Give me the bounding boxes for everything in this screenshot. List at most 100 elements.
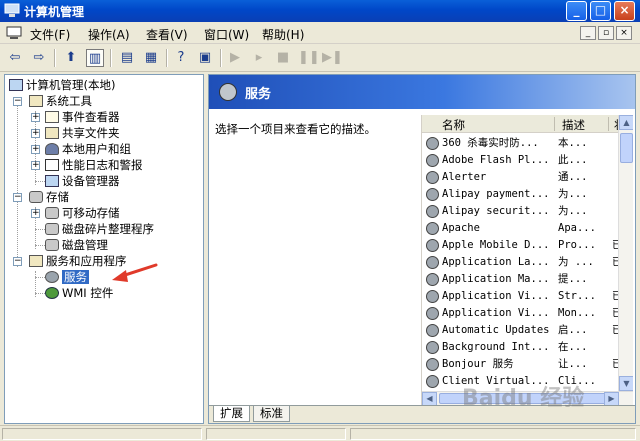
service-row[interactable]: Application La... 为 ... 已 [422,254,622,271]
tree-label: 性能日志和警报 [62,158,143,172]
tree-label: 事件查看器 [62,110,120,124]
gear-icon [426,358,439,371]
collapse-toggle[interactable]: − [13,97,22,106]
tree-item-root[interactable]: 计算机管理(本地) [9,77,115,93]
gear-icon [426,375,439,388]
expand-toggle[interactable]: + [31,145,40,154]
menu-action[interactable]: 操作(A) [88,26,130,43]
service-row[interactable]: Bonjour 服务 让... 已 [422,356,622,373]
service-row[interactable]: Apache Apa... [422,220,622,237]
menu-window[interactable]: 窗口(W) [204,26,249,43]
pause-service-icon[interactable]: ❚❚ [298,49,320,67]
column-header-name[interactable]: 名称 [442,117,465,133]
details-title: 服务 [245,87,272,102]
properties-icon[interactable]: ▤ [118,49,136,67]
maximize-button[interactable]: □ [590,1,611,21]
service-row[interactable]: Alipay payment... 为... [422,186,622,203]
scroll-down-button[interactable]: ▼ [619,376,633,391]
tree-item-wmi[interactable]: WMI 控件 [45,285,113,301]
tree-item-local-users[interactable]: 本地用户和组 [45,141,131,157]
column-divider[interactable] [608,117,609,131]
service-row[interactable]: 360 杀毒实时防... 本... [422,135,622,152]
start-service-icon[interactable]: ▶ [226,49,244,67]
tree-connector [35,229,45,230]
step-icon[interactable]: ▸ [250,49,268,67]
status-cell [2,428,202,440]
minimize-button[interactable]: _ [566,1,587,21]
console-tree[interactable]: 计算机管理(本地) − 系统工具 + 事件查看器 + 共享文件夹 + 本地用户和… [4,74,204,424]
tab-extended[interactable]: 扩展 [213,406,250,422]
help-icon[interactable]: ? [172,49,190,67]
tab-standard[interactable]: 标准 [253,406,290,422]
toolbox-icon [29,95,43,107]
scroll-right-button[interactable]: ▶ [604,392,619,405]
expand-toggle[interactable]: + [31,129,40,138]
tree-item-disk-management[interactable]: 磁盘管理 [45,237,108,253]
service-row[interactable]: Background Int... 在... [422,339,622,356]
services-apps-icon [29,255,43,267]
mdi-minimize-button[interactable]: _ [580,26,596,40]
toolbar-separator [220,49,222,67]
scroll-thumb[interactable] [620,133,633,163]
column-header-description[interactable]: 描述 [562,117,585,133]
tree-item-system-tools[interactable]: 系统工具 [29,93,92,109]
collapse-toggle[interactable]: − [13,193,22,202]
service-row[interactable]: Application Vi... Mon... 已 [422,305,622,322]
expand-toggle[interactable]: + [31,113,40,122]
users-icon [45,143,59,155]
service-row[interactable]: Apple Mobile D... Pro... 已 [422,237,622,254]
tree-item-device-manager[interactable]: 设备管理器 [45,173,120,189]
menu-view[interactable]: 查看(V) [146,26,188,43]
toolbar-separator [166,49,168,67]
column-divider[interactable] [554,117,555,131]
expand-toggle[interactable]: + [31,161,40,170]
scroll-left-button[interactable]: ◀ [422,392,437,405]
disk-management-icon [45,239,59,251]
tree-item-storage[interactable]: 存储 [29,189,69,205]
expand-toggle[interactable]: + [31,209,40,218]
service-row[interactable]: Application Vi... Str... 已 [422,288,622,305]
tree-item-event-viewer[interactable]: 事件查看器 [45,109,120,125]
service-row[interactable]: Automatic Updates 启... 已 [422,322,622,339]
service-name: Application Vi... [442,307,550,319]
export-list-icon[interactable]: ▦ [142,49,160,67]
close-button[interactable]: × [614,1,635,21]
up-folder-icon[interactable]: ⬆ [62,49,80,67]
status-cell [350,428,636,440]
tree-connector [35,293,45,294]
mdi-close-button[interactable]: × [616,26,632,40]
tree-item-services[interactable]: 服务 [45,269,89,285]
toolbar-separator [110,49,112,67]
service-row[interactable]: Adobe Flash Pl... 此... [422,152,622,169]
services-list[interactable]: 名称 描述 状 360 杀毒实时防... 本... Adobe Flash Pl..… [421,115,633,405]
gear-icon [426,188,439,201]
forward-arrow-icon[interactable]: ⇨ [30,49,48,67]
tree-label: 磁盘碎片整理程序 [62,222,154,236]
stop-service-icon[interactable]: ■ [274,49,292,67]
service-row[interactable]: Alerter 通... [422,169,622,186]
menu-help[interactable]: 帮助(H) [262,26,304,43]
scroll-up-button[interactable]: ▲ [619,115,633,130]
gear-icon [426,256,439,269]
shared-folder-icon [45,127,59,139]
action-pane-icon[interactable]: ▣ [196,49,214,67]
service-description: 本... [558,137,588,149]
service-name: Bonjour 服务 [442,358,514,370]
tree-label: 存储 [46,190,69,204]
tree-item-removable-storage[interactable]: 可移动存储 [45,205,120,221]
vertical-scrollbar[interactable]: ▲ ▼ [618,115,633,391]
back-arrow-icon[interactable]: ⇦ [6,49,24,67]
menu-file[interactable]: 文件(F) [30,26,70,43]
title-bar[interactable]: 计算机管理 _ □ × [0,0,640,22]
tree-item-perf-logs[interactable]: 性能日志和警报 [45,157,143,173]
service-row[interactable]: Application Ma... 提... [422,271,622,288]
computer-icon [9,79,23,91]
tree-item-shared-folders[interactable]: 共享文件夹 [45,125,120,141]
collapse-toggle[interactable]: − [13,257,22,266]
restart-service-icon[interactable]: ▶❚ [322,49,343,67]
show-tree-icon[interactable]: ▥ [86,49,104,67]
tree-item-defrag[interactable]: 磁盘碎片整理程序 [45,221,154,237]
system-menu-icon[interactable] [6,26,22,40]
service-row[interactable]: Alipay securit... 为... [422,203,622,220]
mdi-restore-button[interactable]: ▫ [598,26,614,40]
